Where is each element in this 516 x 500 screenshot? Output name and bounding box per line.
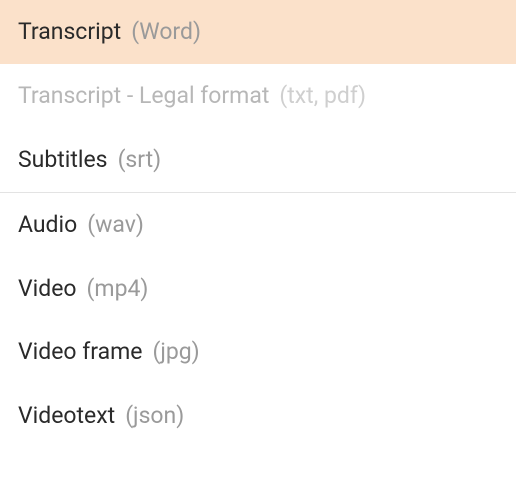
menu-item-audio[interactable]: Audio (wav) — [0, 193, 516, 257]
export-menu: Transcript (Word) Transcript - Legal for… — [0, 0, 516, 448]
menu-item-format: (json) — [125, 401, 184, 431]
menu-item-format: (srt) — [118, 145, 162, 175]
menu-item-video-frame[interactable]: Video frame (jpg) — [0, 320, 516, 384]
menu-item-transcript-legal: Transcript - Legal format (txt, pdf) — [0, 64, 516, 128]
menu-item-format: (Word) — [131, 17, 201, 47]
menu-item-format: (jpg) — [152, 337, 199, 367]
menu-item-label: Video frame — [18, 337, 142, 367]
menu-item-label: Subtitles — [18, 145, 108, 175]
menu-item-transcript[interactable]: Transcript (Word) — [0, 0, 516, 64]
menu-item-label: Video — [18, 274, 77, 304]
menu-item-format: (txt, pdf) — [279, 81, 366, 111]
menu-item-format: (mp4) — [87, 274, 149, 304]
menu-item-format: (wav) — [87, 210, 144, 240]
menu-item-label: Audio — [18, 210, 77, 240]
menu-item-subtitles[interactable]: Subtitles (srt) — [0, 128, 516, 192]
menu-item-label: Transcript - Legal format — [18, 81, 269, 111]
menu-item-label: Videotext — [18, 401, 115, 431]
menu-item-videotext[interactable]: Videotext (json) — [0, 384, 516, 448]
menu-item-video[interactable]: Video (mp4) — [0, 257, 516, 321]
menu-item-label: Transcript — [18, 17, 121, 47]
